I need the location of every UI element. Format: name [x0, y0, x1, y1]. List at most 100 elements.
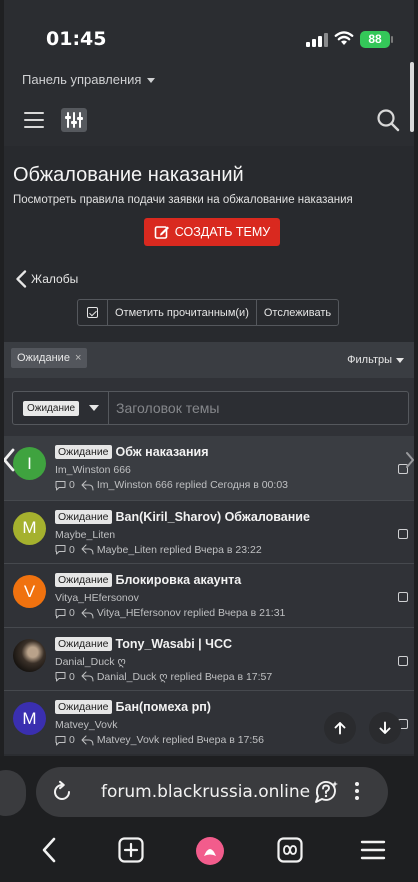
status-badge[interactable]: Ожидание: [55, 636, 112, 651]
ai-assistant-icon[interactable]: [312, 779, 340, 805]
chat-bubble-icon: [55, 480, 66, 490]
address-bar[interactable]: forum.blackrussia.online: [36, 767, 388, 817]
thread-title[interactable]: Бан(помеха рп): [116, 700, 211, 714]
thread-author[interactable]: Vitya_HEfersonov: [55, 592, 139, 604]
select-all-checkbox[interactable]: [78, 300, 108, 325]
chat-bubble-icon: [55, 608, 66, 618]
title-search-field[interactable]: Ожидание Заголовок темы: [12, 391, 409, 425]
avatar[interactable]: M: [13, 511, 46, 545]
last-reply[interactable]: Danial_Duck ღ replied Вчера в 17:57: [97, 671, 272, 683]
back-icon[interactable]: [40, 836, 58, 869]
reply-count: 0: [69, 543, 75, 556]
avatar[interactable]: M: [13, 702, 46, 735]
status-badge[interactable]: Ожидание: [55, 509, 112, 524]
thread-row[interactable]: Ожидание Tony_Wasabi | ЧСС Danial_Duck ღ…: [4, 626, 414, 690]
search-placeholder: Заголовок темы: [116, 400, 220, 416]
status-badge[interactable]: Ожидание: [55, 445, 112, 459]
signal-icon: [306, 33, 328, 47]
thread-row[interactable]: V Ожидание Блокировка акаунта Vitya_HEfe…: [4, 563, 414, 627]
chevron-right-icon[interactable]: [406, 448, 414, 472]
reply-count: 0: [69, 734, 75, 746]
reply-count: 0: [69, 670, 75, 683]
thread-meta: 0 Matvey_Vovk replied Вчера в 17:56: [55, 734, 264, 746]
hamburger-icon[interactable]: [360, 836, 386, 869]
thread-row[interactable]: M Ожидание Ban(Kiril_Sharov) Обжалование…: [4, 499, 414, 563]
prefix-select[interactable]: Ожидание: [13, 392, 109, 424]
last-reply[interactable]: Matvey_Vovk replied Вчера в 17:56: [97, 734, 264, 746]
create-thread-button[interactable]: СОЗДАТЬ ТЕМУ: [144, 218, 280, 246]
thread-list: I Ожидание Обж наказания Im_Winston 666 …: [4, 436, 414, 754]
scroll-bottom-button[interactable]: [369, 712, 401, 744]
breadcrumb-back[interactable]: Жалобы: [15, 270, 78, 288]
previous-tab-preview[interactable]: [0, 770, 26, 816]
chat-bubble-icon: [55, 545, 66, 555]
rules-link[interactable]: Посмотреть правила подачи заявки на обжа…: [13, 194, 353, 206]
wifi-icon: [334, 31, 354, 45]
status-time: 01:45: [46, 28, 107, 50]
thread-title-line: Ожидание Блокировка акаунта: [55, 573, 241, 587]
last-reply[interactable]: Maybe_Liten replied Вчера в 23:22: [97, 544, 262, 556]
filter-bar: Ожидание × Фильтры: [4, 342, 414, 378]
reply-icon: [81, 671, 94, 682]
filters-menu-button[interactable]: Фильтры: [347, 354, 404, 366]
reply-icon: [81, 608, 94, 618]
chevron-down-icon: [396, 357, 404, 363]
more-vertical-icon[interactable]: [354, 779, 360, 803]
thread-title[interactable]: Ban(Kiril_Sharov) Обжалование: [116, 510, 310, 524]
tabs-icon[interactable]: [276, 836, 304, 869]
thread-meta: 0 Im_Winston 666 replied Сегодня в 00:03: [55, 479, 288, 491]
chevron-down-icon: [147, 78, 156, 84]
avatar[interactable]: I: [13, 447, 46, 480]
reply-icon: [81, 735, 94, 745]
prefix-label: Ожидание: [23, 400, 80, 416]
thread-author[interactable]: Maybe_Liten: [55, 529, 115, 541]
close-icon[interactable]: ×: [75, 352, 81, 364]
reply-count: 0: [69, 479, 75, 491]
thread-meta: 0 Danial_Duck ღ replied Вчера в 17:57: [55, 671, 272, 683]
mark-read-button[interactable]: Отметить прочитанным(и): [108, 300, 257, 325]
thread-author[interactable]: Danial_Duck ღ: [55, 656, 126, 668]
status-bar: 01:45 88: [4, 0, 414, 62]
last-reply[interactable]: Im_Winston 666 replied Сегодня в 00:03: [97, 479, 288, 491]
chat-bubble-icon: [55, 672, 66, 682]
status-badge[interactable]: Ожидание: [55, 573, 112, 587]
thread-author[interactable]: Matvey_Vovk: [55, 719, 117, 731]
scroll-top-button[interactable]: [324, 712, 356, 744]
status-badge[interactable]: Ожидание: [55, 700, 112, 714]
avatar[interactable]: V: [13, 575, 46, 608]
edit-icon: [154, 226, 169, 239]
reply-icon: [81, 480, 94, 490]
thread-actions: Отметить прочитанным(и) Отслеживать: [77, 299, 340, 326]
address-text: forum.blackrussia.online: [101, 782, 311, 802]
filter-settings-icon[interactable]: [61, 108, 87, 132]
active-filter-chip[interactable]: Ожидание ×: [11, 348, 88, 368]
thread-title[interactable]: Tony_Wasabi | ЧСС: [116, 637, 232, 651]
watch-button[interactable]: Отслеживать: [257, 300, 338, 325]
thread-select-checkbox[interactable]: [398, 592, 408, 602]
thread-meta: 0 Vitya_HEfersonov replied Вчера в 21:31: [55, 607, 285, 619]
thread-title[interactable]: Блокировка акаунта: [116, 573, 242, 587]
breadcrumb-label: Жалобы: [31, 272, 79, 286]
thread-title-line: Ожидание Ban(Kiril_Sharov) Обжалование: [55, 509, 310, 524]
last-reply[interactable]: Vitya_HEfersonov replied Вчера в 21:31: [97, 607, 286, 619]
thread-row[interactable]: I Ожидание Обж наказания Im_Winston 666 …: [4, 436, 414, 500]
browser-logo-icon[interactable]: [195, 836, 225, 871]
thread-author[interactable]: Im_Winston 666: [55, 464, 131, 476]
reload-icon[interactable]: [50, 780, 74, 804]
chevron-left-icon[interactable]: [4, 448, 16, 472]
thread-select-checkbox[interactable]: [398, 655, 408, 666]
filter-chip-label: Ожидание: [17, 352, 70, 364]
chevron-left-icon: [16, 270, 27, 288]
browser-toolbar: forum.blackrussia.online: [0, 756, 418, 882]
thread-title[interactable]: Обж наказания: [116, 445, 209, 459]
scrollbar[interactable]: [410, 62, 414, 132]
new-tab-icon[interactable]: [117, 836, 145, 869]
menu-icon[interactable]: [24, 112, 44, 129]
avatar[interactable]: [13, 638, 46, 672]
control-panel-menu[interactable]: Панель управления: [22, 72, 156, 87]
chevron-down-icon: [89, 405, 100, 411]
thread-title-line: Ожидание Обж наказания: [55, 445, 209, 459]
search-icon[interactable]: [376, 108, 400, 132]
thread-select-checkbox[interactable]: [398, 528, 408, 539]
arrow-down-icon: [379, 721, 391, 734]
